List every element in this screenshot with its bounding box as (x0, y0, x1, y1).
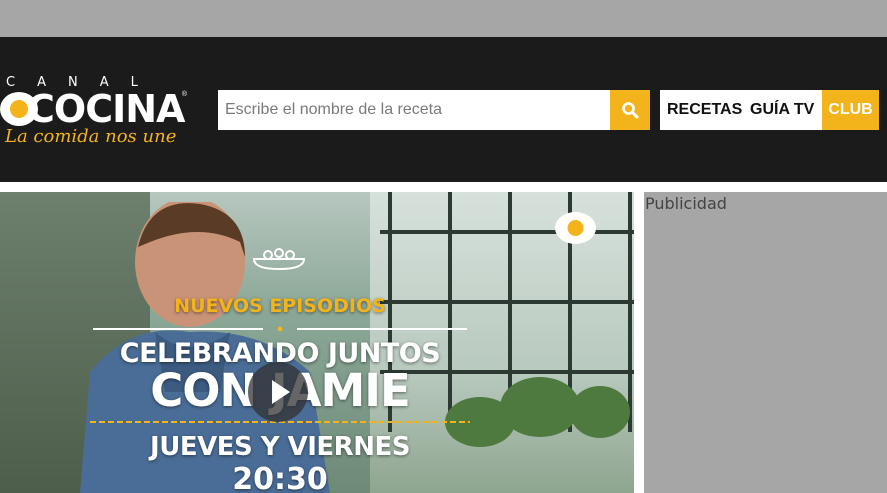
play-button[interactable] (248, 362, 308, 422)
egg-icon (0, 92, 38, 126)
broadcast-days: JUEVES Y VIERNES (150, 432, 410, 462)
top-ad-strip (0, 0, 887, 37)
canal-cocina-logo[interactable]: CANAL COCINA ® La comida nos une (0, 75, 195, 155)
search-button[interactable] (610, 90, 650, 130)
new-episodes-label: NUEVOS EPISODIOS (174, 295, 386, 317)
recipe-search (218, 90, 650, 130)
main-nav: RECETAS GUÍA TV CLUB (660, 90, 879, 130)
logo-cocina-text: COCINA (27, 87, 185, 131)
search-input[interactable] (218, 90, 610, 130)
channel-egg-icon (555, 212, 596, 244)
logo-cocina-wordmark: COCINA (0, 87, 185, 131)
broadcast-time: 20:30 (232, 462, 328, 493)
ad-panel: Publicidad (644, 192, 887, 493)
promo-overlay: NUEVOS EPISODIOS CELEBRANDO JUNTOS CON J… (85, 192, 475, 493)
video-banner[interactable]: NUEVOS EPISODIOS CELEBRANDO JUNTOS CON J… (0, 192, 634, 493)
nav-recetas[interactable]: RECETAS (660, 90, 743, 130)
nav-club[interactable]: CLUB (822, 90, 879, 130)
nav-guia-tv[interactable]: GUÍA TV (743, 90, 822, 130)
pot-icon (252, 248, 306, 271)
ad-label: Publicidad (645, 194, 727, 213)
registered-mark: ® (181, 91, 187, 98)
logo-tagline: La comida nos une (5, 126, 177, 147)
divider-line (93, 326, 467, 332)
search-icon (622, 102, 639, 119)
